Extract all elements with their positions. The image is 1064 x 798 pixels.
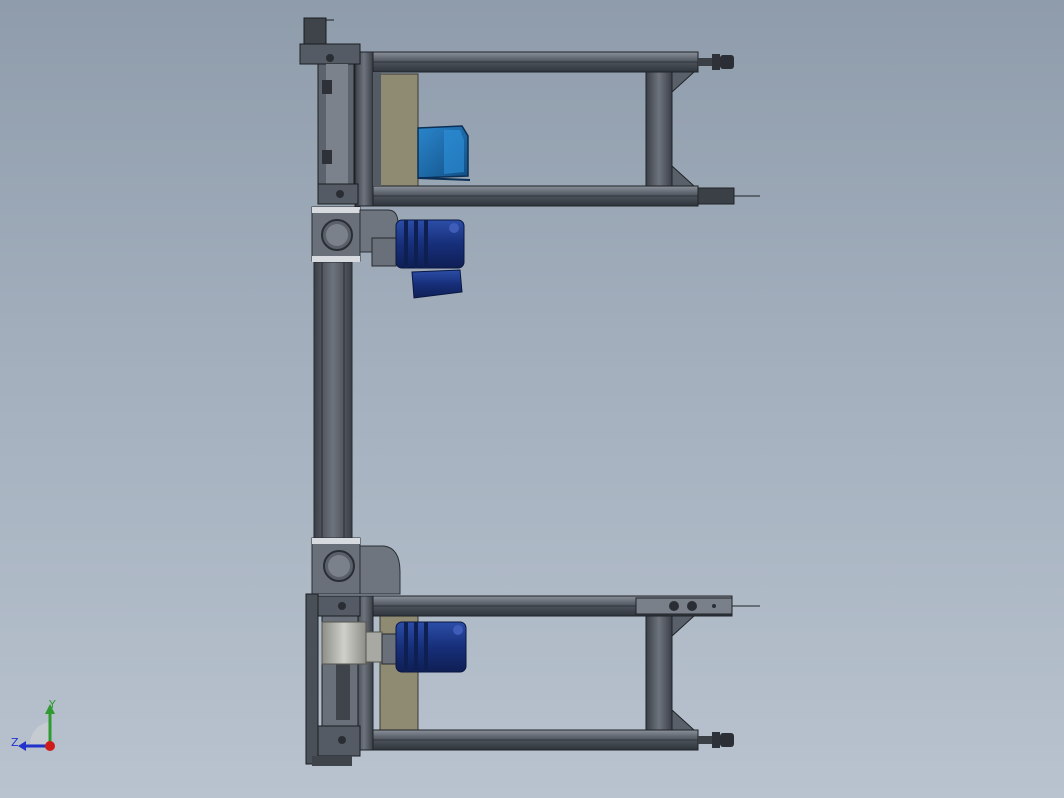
lower-left-mechanism (305, 593, 361, 766)
lower-corner-gearbox (311, 537, 401, 595)
axis-triad: Y Z (11, 698, 56, 751)
axis-y-label: Y (48, 698, 56, 711)
upper-conveyor-frame (354, 51, 760, 207)
lower-conveyor-frame (354, 595, 760, 751)
upper-left-mechanism (299, 17, 361, 205)
vertical-column (313, 261, 353, 541)
cad-viewport[interactable]: Y Z (0, 0, 1064, 798)
axis-z-label: Z (11, 736, 19, 749)
blue-safety-guard (417, 125, 471, 181)
